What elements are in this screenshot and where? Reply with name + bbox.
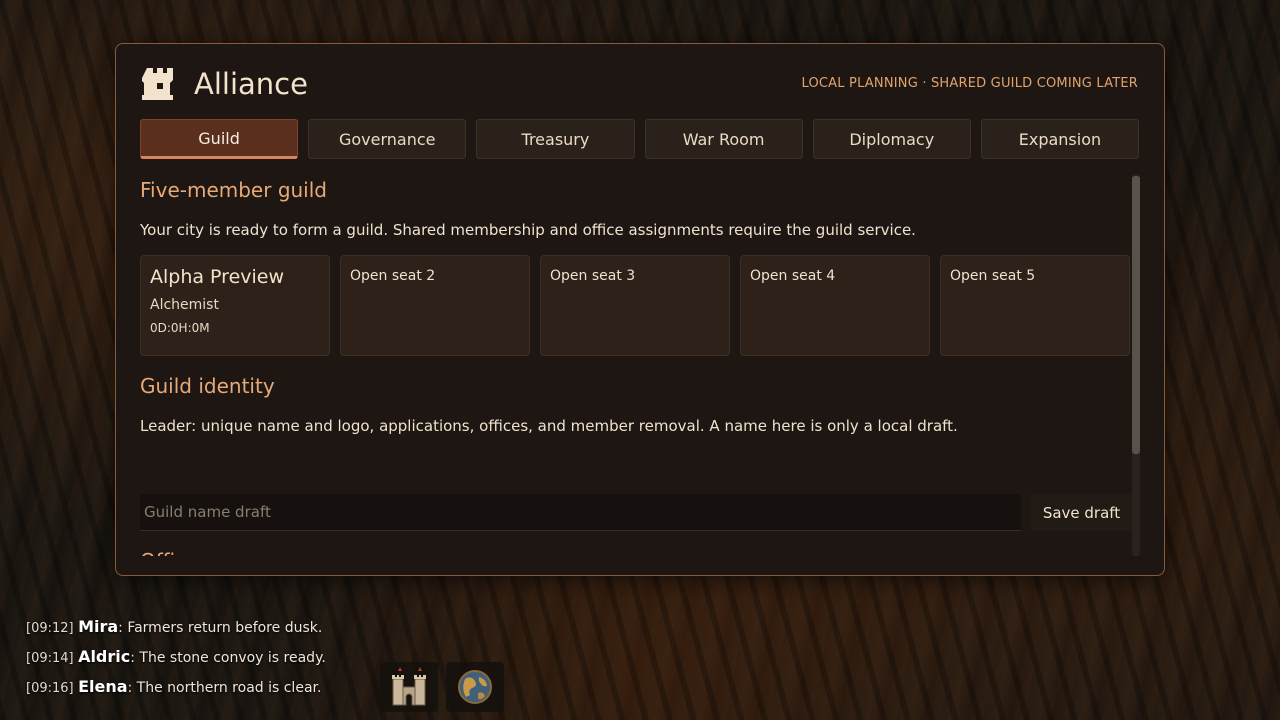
city-button[interactable] xyxy=(380,662,438,712)
open-seat-5[interactable]: Open seat 5 xyxy=(940,255,1130,356)
alliance-panel: Alliance LOCAL PLANNING · SHARED GUILD C… xyxy=(115,43,1165,576)
guild-name-input[interactable] xyxy=(140,494,1021,531)
member-timer: 0D:0H:0M xyxy=(150,321,210,335)
panel-note: LOCAL PLANNING · SHARED GUILD COMING LAT… xyxy=(801,76,1138,91)
seat-label: Open seat 3 xyxy=(550,268,636,284)
chat-text: : The northern road is clear. xyxy=(127,680,322,696)
member-name: Alpha Preview xyxy=(150,266,285,288)
globe-icon xyxy=(458,670,492,704)
seat-label: Open seat 4 xyxy=(750,268,836,284)
tab-war-room[interactable]: War Room xyxy=(644,119,803,159)
chat-time: [09:16] xyxy=(26,681,74,696)
chat-log: [09:12] Mira: Farmers return before dusk… xyxy=(26,614,366,704)
guild-content: Five-member guild Your city is ready to … xyxy=(140,174,1132,556)
identity-section-title: Guild identity xyxy=(140,374,275,398)
offices-section-title: Offices xyxy=(140,548,209,556)
chat-message: [09:12] Mira: Farmers return before dusk… xyxy=(26,614,366,644)
chat-text: : Farmers return before dusk. xyxy=(118,620,323,636)
tab-expansion[interactable]: Expansion xyxy=(980,119,1140,159)
guild-description: Your city is ready to form a guild. Shar… xyxy=(140,221,916,239)
chat-time: [09:12] xyxy=(26,621,74,636)
member-seat-1[interactable]: Alpha Preview Alchemist 0D:0H:0M xyxy=(140,255,330,356)
panel-header: Alliance LOCAL PLANNING · SHARED GUILD C… xyxy=(142,66,1138,106)
member-role: Alchemist xyxy=(150,297,219,313)
content-scrollbar[interactable] xyxy=(1132,174,1140,556)
tab-governance[interactable]: Governance xyxy=(308,119,467,159)
tab-guild[interactable]: Guild xyxy=(140,119,299,159)
tab-diplomacy[interactable]: Diplomacy xyxy=(812,119,971,159)
chat-sender[interactable]: Elena xyxy=(78,677,127,696)
castle-gate-icon xyxy=(392,667,426,706)
seat-label: Open seat 2 xyxy=(350,268,436,284)
guild-section-title: Five-member guild xyxy=(140,178,327,202)
chat-sender[interactable]: Aldric xyxy=(78,647,130,666)
tower-icon xyxy=(142,68,173,100)
open-seat-4[interactable]: Open seat 4 xyxy=(740,255,930,356)
chat-text: : The stone convoy is ready. xyxy=(130,650,326,666)
tab-bar: Guild Governance Treasury War Room Diplo… xyxy=(140,119,1140,161)
save-draft-button[interactable]: Save draft xyxy=(1031,494,1132,531)
world-map-button[interactable] xyxy=(446,662,504,712)
chat-message: [09:16] Elena: The northern road is clea… xyxy=(26,674,366,704)
open-seat-3[interactable]: Open seat 3 xyxy=(540,255,730,356)
open-seat-2[interactable]: Open seat 2 xyxy=(340,255,530,356)
tab-treasury[interactable]: Treasury xyxy=(476,119,635,159)
seat-label: Open seat 5 xyxy=(950,268,1036,284)
chat-message: [09:14] Aldric: The stone convoy is read… xyxy=(26,644,366,674)
chat-sender[interactable]: Mira xyxy=(78,617,118,636)
panel-title: Alliance xyxy=(194,67,308,101)
identity-description: Leader: unique name and logo, applicatio… xyxy=(140,417,958,435)
chat-time: [09:14] xyxy=(26,651,74,666)
scroll-thumb[interactable] xyxy=(1132,176,1140,454)
